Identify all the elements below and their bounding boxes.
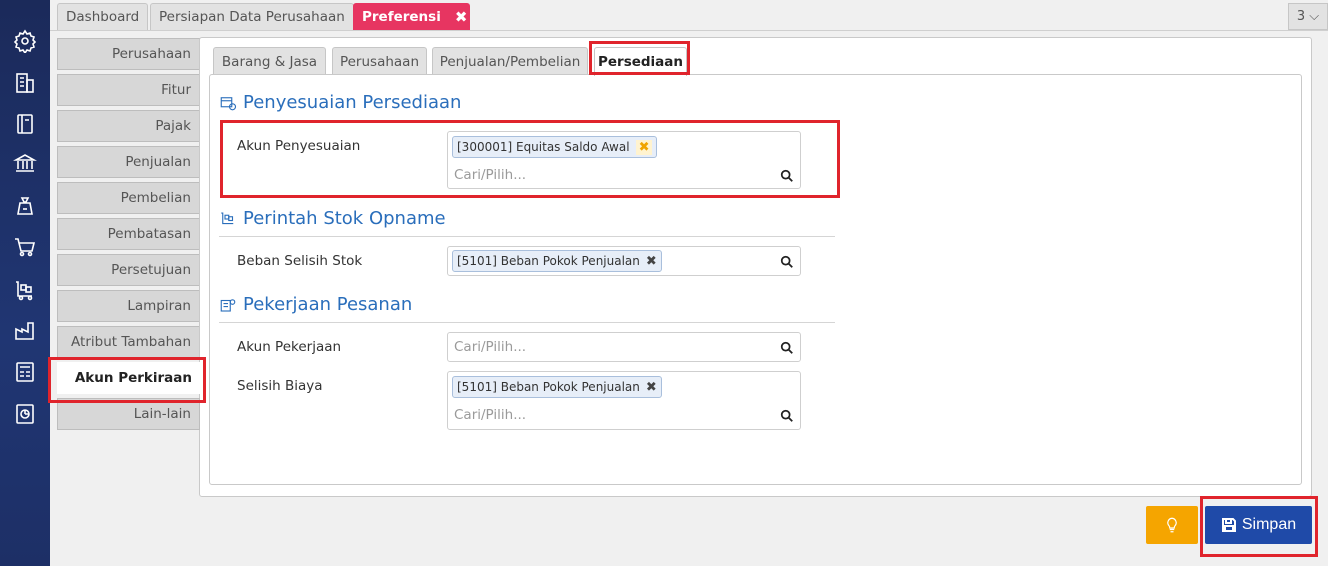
subnav-perusahaan[interactable]: Perusahaan — [57, 38, 200, 70]
gear-icon[interactable] — [11, 27, 39, 55]
tab-label: Dashboard — [66, 9, 140, 25]
highlight-box-simpan — [1200, 496, 1318, 557]
chip-label: [5101] Beban Pokok Penjualan — [457, 380, 640, 394]
search-icon[interactable] — [780, 408, 794, 422]
work-order-icon — [220, 298, 236, 312]
book-icon[interactable] — [11, 110, 39, 138]
factory-icon[interactable] — [11, 316, 39, 344]
bank-icon[interactable] — [11, 149, 39, 177]
tab-perusahaan[interactable]: Perusahaan — [332, 47, 427, 75]
inventory-cart-icon[interactable] — [11, 276, 39, 304]
tab-penjualan-pembelian[interactable]: Penjualan/Pembelian — [432, 47, 588, 75]
beban-selisih-stok-field[interactable]: [5101] Beban Pokok Penjualan ✖ — [447, 246, 801, 276]
tab-label: Persiapan Data Perusahaan — [159, 9, 345, 25]
stock-cart-icon — [221, 211, 234, 224]
tab-barang-jasa[interactable]: Barang & Jasa — [213, 47, 326, 75]
akun-pekerjaan-field[interactable]: Cari/Pilih... — [447, 332, 801, 362]
tab-counter-dropdown[interactable]: 3 ⌵ — [1288, 3, 1328, 30]
remove-chip-icon[interactable]: ✖ — [646, 380, 657, 395]
tab-label: Preferensi — [362, 9, 441, 25]
section-title: Penyesuaian Persediaan — [243, 92, 462, 113]
selected-account-chip: [5101] Beban Pokok Penjualan ✖ — [452, 250, 662, 272]
search-icon[interactable] — [780, 340, 794, 354]
subnav-atribut-tambahan[interactable]: Atribut Tambahan — [57, 326, 200, 358]
money-bag-icon[interactable] — [11, 192, 39, 220]
subnav-penjualan[interactable]: Penjualan — [57, 146, 200, 178]
akun-pekerjaan-label: Akun Pekerjaan — [237, 339, 342, 355]
cart-icon[interactable] — [11, 233, 39, 261]
chip-label: [5101] Beban Pokok Penjualan — [457, 254, 640, 268]
highlight-box-persediaan — [589, 41, 690, 75]
subnav-pembelian[interactable]: Pembelian — [57, 182, 200, 214]
beban-selisih-stok-label: Beban Selisih Stok — [237, 253, 363, 269]
section-title: Perintah Stok Opname — [243, 208, 446, 229]
subnav-fitur[interactable]: Fitur — [57, 74, 200, 106]
tax-icon[interactable] — [11, 358, 39, 386]
lightbulb-icon — [1167, 517, 1177, 533]
selected-account-chip: [5101] Beban Pokok Penjualan ✖ — [452, 376, 662, 398]
subnav-pembatasan[interactable]: Pembatasan — [57, 218, 200, 250]
section-perintah-stok-opname: Perintah Stok Opname — [219, 208, 446, 229]
tab-dashboard[interactable]: Dashboard — [57, 3, 149, 30]
divider — [219, 236, 835, 237]
section-pekerjaan-pesanan: Pekerjaan Pesanan — [219, 294, 412, 315]
section-title: Pekerjaan Pesanan — [243, 294, 413, 315]
remove-chip-icon[interactable]: ✖ — [646, 254, 657, 269]
building-icon[interactable] — [11, 69, 39, 97]
tab-persiapan-data-perusahaan[interactable]: Persiapan Data Perusahaan — [150, 3, 354, 30]
selisih-biaya-label: Selisih Biaya — [237, 378, 323, 394]
close-icon[interactable]: ✖ — [455, 8, 468, 26]
subnav-pajak[interactable]: Pajak — [57, 110, 200, 142]
chart-icon[interactable] — [11, 400, 39, 428]
search-icon[interactable] — [780, 254, 794, 268]
highlight-box-akun-perkiraan — [48, 357, 206, 403]
highlight-box-akun-penyesuaian — [220, 120, 840, 198]
tips-button[interactable] — [1146, 506, 1198, 544]
subnav-lampiran[interactable]: Lampiran — [57, 290, 200, 322]
section-penyesuaian-persediaan: Penyesuaian Persediaan — [219, 92, 461, 113]
top-tab-bar: Dashboard Persiapan Data Perusahaan Pref… — [50, 0, 1328, 31]
search-placeholder[interactable]: Cari/Pilih... — [454, 407, 526, 423]
subnav-persetujuan[interactable]: Persetujuan — [57, 254, 200, 286]
selisih-biaya-field[interactable]: [5101] Beban Pokok Penjualan ✖ Cari/Pili… — [447, 371, 801, 430]
sidebar-rail — [0, 0, 50, 566]
tab-preferensi[interactable]: Preferensi ✖ — [353, 3, 470, 30]
divider — [219, 322, 835, 323]
box-adjust-icon — [220, 96, 237, 110]
search-placeholder[interactable]: Cari/Pilih... — [454, 339, 526, 355]
